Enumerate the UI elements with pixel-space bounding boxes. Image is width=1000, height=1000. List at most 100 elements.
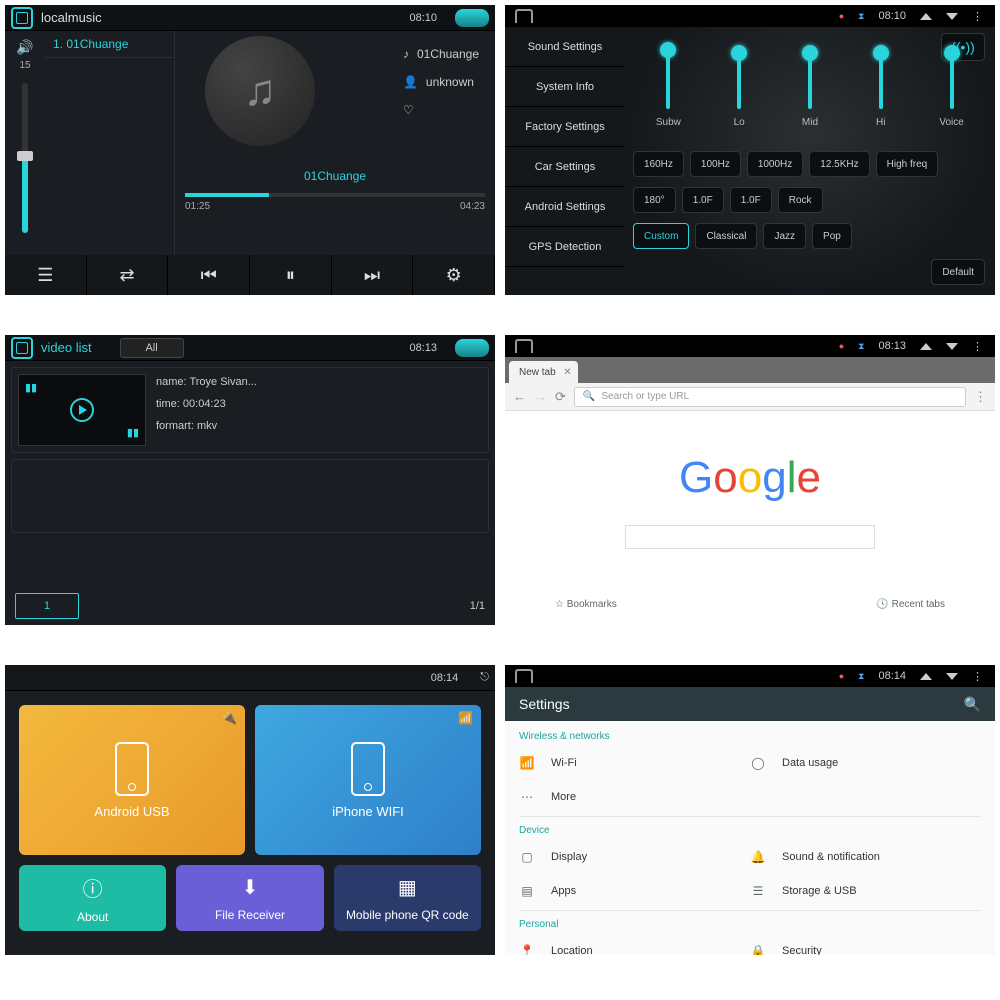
- player-controls: ☰ ⇄ ⏮ ⏸ ⏭ ⚙: [5, 255, 495, 295]
- person-icon: 👤: [403, 75, 418, 89]
- more-icon[interactable]: ⋮: [972, 670, 985, 683]
- tile-qr-code[interactable]: ▦Mobile phone QR code: [334, 865, 481, 931]
- item-data-usage[interactable]: ◯Data usage: [750, 746, 981, 780]
- apps-icon: ▤: [519, 884, 535, 898]
- eq-label: Mid: [802, 117, 818, 128]
- tile-android-usb[interactable]: 🔌 Android USB: [19, 705, 245, 855]
- playlist-button[interactable]: ☰: [5, 255, 87, 295]
- eq-slider-hi[interactable]: [879, 45, 883, 109]
- equalizer-button[interactable]: ⚙: [413, 255, 495, 295]
- browser-menu-icon[interactable]: ⋮: [974, 389, 987, 405]
- preset-pop[interactable]: Pop: [812, 223, 852, 249]
- section-personal: Personal: [519, 913, 981, 934]
- eq-slider-voice[interactable]: [950, 45, 954, 109]
- menu-car[interactable]: Car Settings: [505, 147, 625, 187]
- more-icon[interactable]: ⋮: [972, 10, 985, 23]
- home-icon[interactable]: [515, 669, 533, 683]
- google-search-input[interactable]: [625, 525, 875, 549]
- video-format: mkv: [197, 420, 217, 432]
- expand-down-icon[interactable]: [946, 13, 958, 20]
- eq-btn[interactable]: 1.0F: [730, 187, 772, 213]
- reload-icon[interactable]: ⟳: [555, 389, 566, 405]
- item-location[interactable]: 📍Location: [519, 934, 750, 955]
- bt-icon: ⧗: [858, 341, 864, 352]
- back-button[interactable]: [455, 339, 489, 357]
- nav-fwd-icon[interactable]: →: [534, 389, 547, 404]
- eq-btn[interactable]: 1.0F: [682, 187, 724, 213]
- eq-slider-subw[interactable]: [666, 45, 670, 109]
- item-sound[interactable]: 🔔Sound & notification: [750, 840, 981, 874]
- freq-btn[interactable]: 100Hz: [690, 151, 741, 177]
- panel-settings: ● ⧗ 08:14 ⋮ Settings 🔍 Wireless & networ…: [505, 665, 995, 955]
- tile-about[interactable]: ⓘAbout: [19, 865, 166, 931]
- eq-label: Lo: [734, 117, 745, 128]
- time-label: time:: [156, 398, 180, 410]
- menu-gps[interactable]: GPS Detection: [505, 227, 625, 267]
- video-topbar: video list All 08:13: [5, 335, 495, 361]
- tile-iphone-wifi[interactable]: 📶 iPhone WIFI: [255, 705, 481, 855]
- next-button[interactable]: ⏭: [332, 255, 414, 295]
- item-security[interactable]: 🔒Security: [750, 934, 981, 955]
- play-pause-button[interactable]: ⏸: [250, 255, 332, 295]
- nav-back-icon[interactable]: ←: [513, 389, 526, 404]
- item-wifi[interactable]: 📶Wi-Fi: [519, 746, 750, 780]
- app-menu-button[interactable]: [11, 7, 33, 29]
- expand-down-icon[interactable]: [946, 673, 958, 680]
- expand-up-icon[interactable]: [920, 13, 932, 20]
- freq-btn[interactable]: 1000Hz: [747, 151, 803, 177]
- menu-system[interactable]: System Info: [505, 67, 625, 107]
- app-menu-button[interactable]: [11, 337, 33, 359]
- freq-btn[interactable]: 160Hz: [633, 151, 684, 177]
- panel-music: localmusic 08:10 🔊 15 1. 01Chuange ♫ ♪01…: [5, 5, 495, 295]
- home-icon[interactable]: [515, 9, 533, 23]
- expand-down-icon[interactable]: [946, 343, 958, 350]
- tile-label: File Receiver: [215, 908, 285, 922]
- bookmarks-link[interactable]: ☆ Bookmarks: [555, 599, 617, 610]
- clock: 08:10: [409, 12, 437, 24]
- freq-btn[interactable]: 12.5KHz: [809, 151, 869, 177]
- eq-slider-lo[interactable]: [737, 45, 741, 109]
- video-name: Troye Sivan...: [189, 376, 256, 388]
- eq-btn[interactable]: 180°: [633, 187, 676, 213]
- tile-file-receiver[interactable]: ⬇File Receiver: [176, 865, 323, 931]
- freq-btn[interactable]: High freq: [876, 151, 939, 177]
- preset-custom[interactable]: Custom: [633, 223, 689, 249]
- recent-tabs-link[interactable]: 🕓 Recent tabs: [876, 599, 945, 610]
- search-icon[interactable]: 🔍: [964, 696, 981, 713]
- url-input[interactable]: 🔍Search or type URL: [574, 387, 966, 407]
- item-storage[interactable]: ☰Storage & USB: [750, 874, 981, 908]
- item-apps[interactable]: ▤Apps: [519, 874, 750, 908]
- menu-android[interactable]: Android Settings: [505, 187, 625, 227]
- filter-all-button[interactable]: All: [120, 338, 184, 358]
- heart-icon[interactable]: ♡: [403, 103, 414, 117]
- page-1-button[interactable]: 1: [15, 593, 79, 619]
- eq-slider-mid[interactable]: [808, 45, 812, 109]
- item-display[interactable]: ▢Display: [519, 840, 750, 874]
- shuffle-button[interactable]: ⇄: [87, 255, 169, 295]
- prev-button[interactable]: ⏮: [168, 255, 250, 295]
- preset-classical[interactable]: Classical: [695, 223, 757, 249]
- browser-tab[interactable]: New tab✕: [509, 361, 578, 383]
- music-title: localmusic: [41, 10, 102, 25]
- track-item[interactable]: 1. 01Chuange: [45, 31, 174, 58]
- expand-up-icon[interactable]: [920, 673, 932, 680]
- back-button[interactable]: [455, 9, 489, 27]
- now-playing: ♫ ♪01Chuange 👤unknown ♡ 01Chuange 01:250…: [175, 31, 495, 255]
- volume-slider[interactable]: [22, 83, 28, 233]
- close-tab-icon[interactable]: ✕: [563, 367, 571, 378]
- default-button[interactable]: Default: [931, 259, 985, 285]
- display-icon: ▢: [519, 850, 535, 864]
- preset-jazz[interactable]: Jazz: [763, 223, 806, 249]
- menu-sound[interactable]: Sound Settings: [505, 27, 625, 67]
- more-icon[interactable]: ⋮: [972, 340, 985, 353]
- progress-bar[interactable]: [185, 193, 485, 197]
- video-item[interactable]: ▮▮ ▮▮ name: Troye Sivan... time: 00:04:2…: [11, 367, 489, 453]
- eq-btn[interactable]: Rock: [778, 187, 823, 213]
- exit-icon[interactable]: ⎋: [480, 671, 489, 684]
- usb-icon: 🔌: [222, 711, 237, 725]
- menu-factory[interactable]: Factory Settings: [505, 107, 625, 147]
- item-more[interactable]: ⋯More: [519, 780, 750, 814]
- home-icon[interactable]: [515, 339, 533, 353]
- expand-up-icon[interactable]: [920, 343, 932, 350]
- lock-icon: 🔒: [750, 944, 766, 955]
